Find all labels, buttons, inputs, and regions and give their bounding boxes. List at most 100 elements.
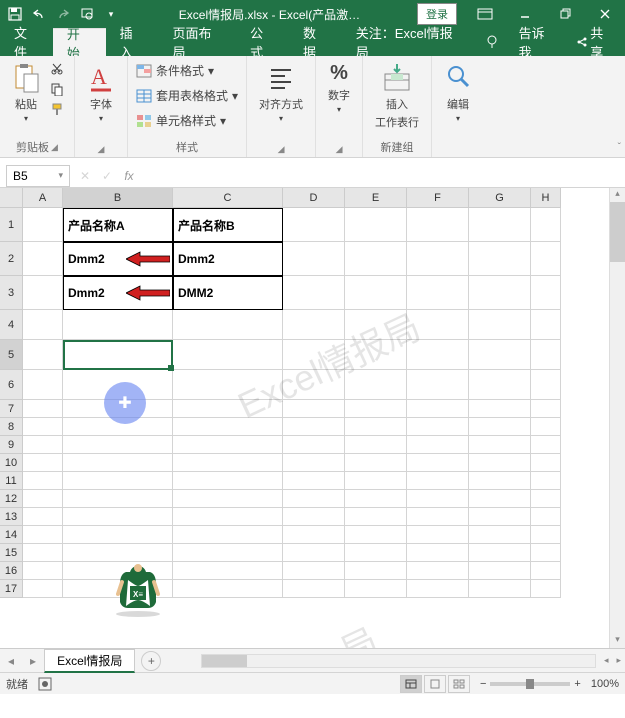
cell-b10[interactable] — [63, 454, 173, 472]
cell-a1[interactable] — [23, 208, 63, 242]
cell-h3[interactable] — [531, 276, 561, 310]
vscroll-thumb[interactable] — [610, 202, 625, 262]
cell-f15[interactable] — [407, 544, 469, 562]
name-box[interactable]: B5 ▾ — [6, 165, 70, 187]
cell-b3[interactable]: Dmm2 — [63, 276, 173, 310]
cell-h17[interactable] — [531, 580, 561, 598]
row-header-13[interactable]: 13 — [0, 508, 23, 526]
alignment-button[interactable]: 对齐方式 ▾ — [255, 60, 307, 125]
col-header-c[interactable]: C — [173, 188, 283, 208]
col-header-g[interactable]: G — [469, 188, 531, 208]
row-header-15[interactable]: 15 — [0, 544, 23, 562]
cell-f4[interactable] — [407, 310, 469, 340]
cell-d2[interactable] — [283, 242, 345, 276]
cell-e4[interactable] — [345, 310, 407, 340]
cell-b5[interactable] — [63, 340, 173, 370]
cell-e5[interactable] — [345, 340, 407, 370]
col-header-b[interactable]: B — [63, 188, 173, 208]
cell-c16[interactable] — [173, 562, 283, 580]
cell-e2[interactable] — [345, 242, 407, 276]
cell-a10[interactable] — [23, 454, 63, 472]
page-layout-view-button[interactable] — [424, 675, 446, 693]
cell-d15[interactable] — [283, 544, 345, 562]
row-header-9[interactable]: 9 — [0, 436, 23, 454]
cell-d5[interactable] — [283, 340, 345, 370]
tab-page-layout[interactable]: 页面布局 — [158, 28, 236, 56]
row-header-2[interactable]: 2 — [0, 242, 23, 276]
cell-e8[interactable] — [345, 418, 407, 436]
cell-c13[interactable] — [173, 508, 283, 526]
horizontal-scrollbar[interactable] — [201, 654, 596, 668]
cell-g10[interactable] — [469, 454, 531, 472]
cell-h16[interactable] — [531, 562, 561, 580]
cell-a6[interactable] — [23, 370, 63, 400]
cell-c1[interactable]: 产品名称B — [173, 208, 283, 242]
cell-d9[interactable] — [283, 436, 345, 454]
cell-g5[interactable] — [469, 340, 531, 370]
col-header-h[interactable]: H — [531, 188, 561, 208]
cell-d13[interactable] — [283, 508, 345, 526]
cell-c4[interactable] — [173, 310, 283, 340]
cell-f10[interactable] — [407, 454, 469, 472]
sheet-tab-active[interactable]: Excel情报局 — [44, 649, 135, 673]
hscroll-thumb[interactable] — [202, 655, 247, 667]
new-sheet-button[interactable]: + — [141, 651, 161, 671]
cell-h11[interactable] — [531, 472, 561, 490]
cut-button[interactable] — [48, 60, 66, 78]
cell-d7[interactable] — [283, 400, 345, 418]
cell-c3[interactable]: DMM2 — [173, 276, 283, 310]
row-header-17[interactable]: 17 — [0, 580, 23, 598]
number-button[interactable]: % 数字 ▾ — [324, 60, 354, 116]
row-header-8[interactable]: 8 — [0, 418, 23, 436]
row-header-11[interactable]: 11 — [0, 472, 23, 490]
cell-h5[interactable] — [531, 340, 561, 370]
cell-h2[interactable] — [531, 242, 561, 276]
select-all-button[interactable] — [0, 188, 23, 208]
cell-f5[interactable] — [407, 340, 469, 370]
cell-c2[interactable]: Dmm2 — [173, 242, 283, 276]
cell-e6[interactable] — [345, 370, 407, 400]
insert-worksheet-row-button[interactable]: 插入 工作表行 — [371, 60, 423, 132]
cell-c10[interactable] — [173, 454, 283, 472]
cell-g4[interactable] — [469, 310, 531, 340]
ribbon-options-button[interactable] — [465, 0, 505, 28]
cell-c9[interactable] — [173, 436, 283, 454]
format-painter-button[interactable] — [48, 100, 66, 118]
cancel-formula-button[interactable]: ✕ — [76, 169, 94, 183]
cell-a8[interactable] — [23, 418, 63, 436]
cell-e14[interactable] — [345, 526, 407, 544]
tab-follow[interactable]: 关注：Excel情报局 — [342, 28, 475, 56]
cell-b13[interactable] — [63, 508, 173, 526]
row-header-1[interactable]: 1 — [0, 208, 23, 242]
redo-button[interactable] — [52, 3, 74, 25]
cell-e3[interactable] — [345, 276, 407, 310]
row-header-6[interactable]: 6 — [0, 370, 23, 400]
cell-a12[interactable] — [23, 490, 63, 508]
save-button[interactable] — [4, 3, 26, 25]
clipboard-dialog-launcher[interactable]: ◢ — [51, 142, 58, 153]
cell-d12[interactable] — [283, 490, 345, 508]
zoom-out-button[interactable]: − — [480, 678, 486, 690]
cell-e1[interactable] — [345, 208, 407, 242]
conditional-formatting-button[interactable]: 条件格式 ▾ — [136, 60, 214, 81]
col-header-f[interactable]: F — [407, 188, 469, 208]
copy-button[interactable] — [48, 80, 66, 98]
cell-e13[interactable] — [345, 508, 407, 526]
cell-e15[interactable] — [345, 544, 407, 562]
cell-h14[interactable] — [531, 526, 561, 544]
tab-home[interactable]: 开始 — [53, 28, 106, 56]
cell-d11[interactable] — [283, 472, 345, 490]
cell-c7[interactable] — [173, 400, 283, 418]
cell-h7[interactable] — [531, 400, 561, 418]
cell-c6[interactable] — [173, 370, 283, 400]
cell-g2[interactable] — [469, 242, 531, 276]
tab-insert[interactable]: 插入 — [106, 28, 159, 56]
font-button[interactable]: A 字体 ▾ — [83, 60, 119, 125]
cell-a5[interactable] — [23, 340, 63, 370]
col-header-e[interactable]: E — [345, 188, 407, 208]
cell-g14[interactable] — [469, 526, 531, 544]
cell-b9[interactable] — [63, 436, 173, 454]
cell-h8[interactable] — [531, 418, 561, 436]
macro-record-button[interactable] — [38, 677, 52, 691]
cell-d1[interactable] — [283, 208, 345, 242]
